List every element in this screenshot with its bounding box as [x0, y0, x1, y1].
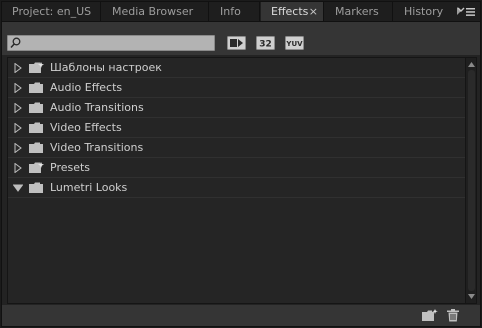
32-bit-label: 32	[259, 40, 272, 50]
tree-item-presets-ru[interactable]: Шаблоны настроек	[8, 58, 466, 78]
32-bit-filter-button[interactable]: 32	[256, 36, 275, 50]
delete-button[interactable]	[446, 309, 460, 322]
scroll-up-arrow-icon[interactable]	[468, 62, 475, 67]
tree-item-audio-effects[interactable]: Audio Effects	[8, 78, 466, 98]
tab-label: Project: en_US	[12, 5, 92, 18]
tree-item-video-transitions[interactable]: Video Transitions	[8, 138, 466, 158]
folder-icon	[29, 182, 45, 194]
yuv-filter-button[interactable]: YUV	[285, 36, 304, 50]
search-icon	[10, 37, 21, 52]
tree-item-label: Lumetri Looks	[50, 181, 128, 194]
effects-toolbar: 32 YUV	[2, 22, 480, 55]
effects-bottom-bar	[2, 305, 480, 326]
effects-panel: Project: en_US Media Browser Info Effect…	[1, 1, 481, 327]
panel-menu-icon[interactable]	[456, 6, 476, 18]
panel-tab-bar: Project: en_US Media Browser Info Effect…	[2, 2, 480, 22]
tree-item-label: Audio Transitions	[50, 101, 144, 114]
tree-item-presets[interactable]: Presets	[8, 158, 466, 178]
tab-label: Markers	[335, 5, 379, 18]
tab-info[interactable]: Info	[210, 2, 260, 21]
tree-item-video-effects[interactable]: Video Effects	[8, 118, 466, 138]
tab-label: Effects	[271, 5, 309, 18]
disclosure-triangle-expanded-icon[interactable]	[12, 183, 24, 193]
search-field[interactable]	[7, 35, 215, 51]
tab-effects[interactable]: Effects ×	[261, 2, 324, 21]
yuv-effects-icon: YUV	[285, 36, 304, 50]
disclosure-triangle-collapsed-icon[interactable]	[13, 82, 23, 94]
scroll-down-arrow-icon[interactable]	[468, 294, 475, 299]
disclosure-triangle-collapsed-icon[interactable]	[13, 122, 23, 134]
new-bin-icon	[422, 309, 438, 321]
close-icon[interactable]: ×	[309, 2, 318, 21]
folder-icon	[29, 142, 45, 154]
tree-item-label: Presets	[50, 161, 91, 174]
32-bit-color-icon: 32	[256, 36, 275, 50]
tree-item-label: Шаблоны настроек	[50, 61, 162, 74]
accelerated-effects-icon	[227, 36, 246, 50]
tree-item-label: Audio Effects	[50, 81, 123, 94]
tree-item-lumetri-looks[interactable]: Lumetri Looks	[8, 178, 466, 198]
new-custom-bin-button[interactable]	[422, 309, 438, 322]
preset-bin-icon	[29, 162, 45, 174]
disclosure-triangle-collapsed-icon[interactable]	[13, 162, 23, 174]
tab-label: Media Browser	[112, 5, 194, 18]
folder-icon	[29, 102, 45, 114]
disclosure-triangle-collapsed-icon[interactable]	[13, 102, 23, 114]
trash-icon	[447, 309, 459, 322]
effects-tree: Шаблоны настроек Audio Effects Audio Tra…	[7, 57, 477, 304]
effects-tree-rows: Шаблоны настроек Audio Effects Audio Tra…	[8, 58, 466, 198]
tree-item-label: Video Effects	[50, 121, 122, 134]
disclosure-triangle-collapsed-icon[interactable]	[13, 142, 23, 154]
folder-icon	[29, 82, 45, 94]
yuv-label: YUV	[285, 40, 303, 48]
vertical-scrollbar[interactable]	[465, 58, 476, 303]
tab-history[interactable]: History	[394, 2, 454, 21]
tab-label: History	[404, 5, 444, 18]
tab-media-browser[interactable]: Media Browser	[102, 2, 209, 21]
scrollbar-track[interactable]	[468, 70, 475, 291]
preset-bin-icon	[29, 62, 45, 74]
disclosure-triangle-collapsed-icon[interactable]	[13, 62, 23, 74]
search-input[interactable]	[22, 36, 212, 50]
tree-item-label: Video Transitions	[50, 141, 144, 154]
tab-label: Info	[220, 5, 241, 18]
folder-icon	[29, 122, 45, 134]
accelerated-effects-filter-button[interactable]	[227, 36, 246, 50]
tab-project[interactable]: Project: en_US	[2, 2, 101, 21]
tab-markers[interactable]: Markers	[325, 2, 393, 21]
tree-item-audio-transitions[interactable]: Audio Transitions	[8, 98, 466, 118]
